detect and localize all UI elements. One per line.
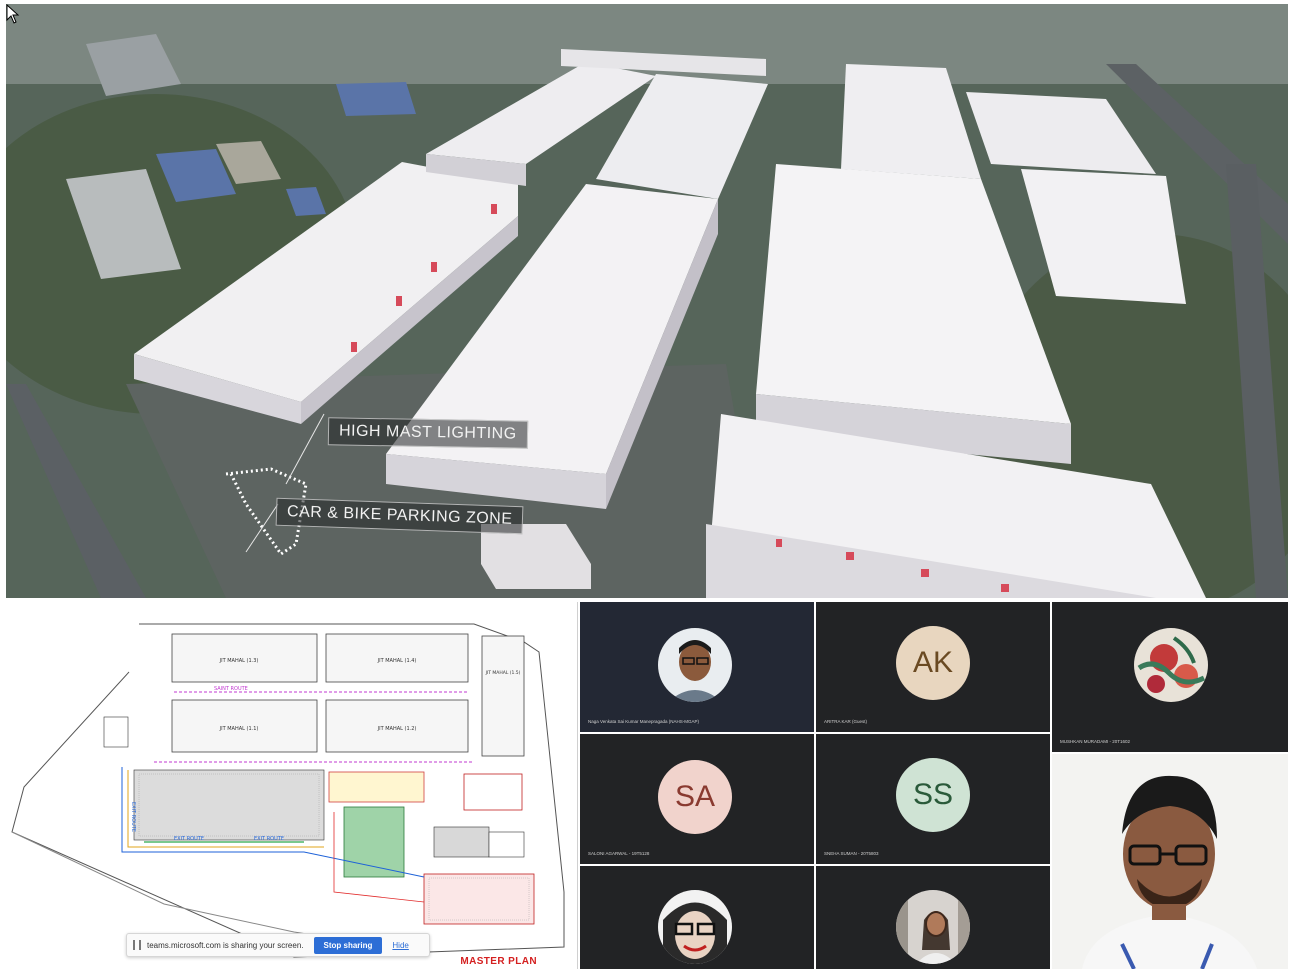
block-label-b4: JIT MAHAL (1.4) [377, 658, 417, 664]
block-label-b3: JIT MAHAL (1.3) [219, 658, 259, 664]
side-label-exit: EXIT ROUTE [130, 802, 136, 832]
route-label-exit-2: EXIT ROUTE [254, 836, 284, 842]
shared-screen-render: HIGH MAST LIGHTING CAR & BIKE PARKING ZO… [6, 4, 1288, 598]
master-plan-panel: JIT MAHAL (1.3) JIT MAHAL (1.4) JIT MAHA… [4, 602, 578, 969]
participant-tile-4[interactable]: SA SALONI AGARWAL - 19T5128 [580, 734, 814, 864]
block-label-b5: JIT MAHAL (1.5) [485, 670, 521, 676]
avatar-initials: SA [658, 760, 732, 834]
avatar-initials: SS [896, 758, 970, 832]
participant-name: SNEHA SUMAN - 20T5803 [824, 851, 879, 856]
avatar-man-icon [658, 628, 732, 702]
presenter-video-feed [1052, 754, 1288, 969]
presenter-video-tile[interactable] [1052, 754, 1288, 969]
participant-name: SALONI AGARWAL - 19T5128 [588, 851, 650, 856]
screen-sharing-bar: teams.microsoft.com is sharing your scre… [126, 933, 430, 957]
avatar-glasses-icon [658, 890, 732, 964]
hide-sharing-bar-link[interactable]: Hide [392, 941, 408, 950]
participant-tile-6[interactable] [580, 866, 814, 969]
mouse-cursor-icon [6, 4, 20, 24]
participant-name: Naga Venkata Sai Kumar Manepragada (NAHS… [588, 719, 700, 724]
teams-meeting-window: HIGH MAST LIGHTING CAR & BIKE PARKING ZO… [0, 0, 1295, 969]
route-label-exit-1: EXIT ROUTE [174, 836, 204, 842]
avatar-initials: AK [896, 626, 970, 700]
participant-tile-3[interactable]: MUSHKAN MURADAMI - 20T1602 [1052, 602, 1288, 752]
block-label-b1: JIT MAHAL (1.1) [219, 726, 259, 732]
high-mast-lighting-callout: HIGH MAST LIGHTING [327, 417, 528, 449]
participant-tile-5[interactable]: SS SNEHA SUMAN - 20T5803 [816, 734, 1050, 864]
route-label-saint: SAINT ROUTE [214, 686, 248, 692]
participant-name: ARITRA KAR (Guest) [824, 719, 868, 724]
avatar-floral-icon [1134, 628, 1208, 702]
participant-tile-2[interactable]: AK ARITRA KAR (Guest) [816, 602, 1050, 732]
participant-tile-7[interactable] [816, 866, 1050, 969]
block-label-b2: JIT MAHAL (1.2) [377, 726, 417, 732]
stop-sharing-button[interactable]: Stop sharing [313, 936, 383, 954]
participant-tile-1[interactable]: Naga Venkata Sai Kumar Manepragada (NAHS… [580, 602, 814, 732]
master-plan-title: MASTER PLAN [460, 956, 537, 967]
sharing-pause-icon [133, 940, 141, 950]
warehouse-aerial-illustration [6, 4, 1288, 598]
sharing-message: teams.microsoft.com is sharing your scre… [147, 940, 304, 950]
participant-name: MUSHKAN MURADAMI - 20T1602 [1060, 739, 1131, 744]
avatar-woman-icon [896, 890, 970, 964]
master-plan-drawing: JIT MAHAL (1.3) JIT MAHAL (1.4) JIT MAHA… [11, 623, 565, 958]
